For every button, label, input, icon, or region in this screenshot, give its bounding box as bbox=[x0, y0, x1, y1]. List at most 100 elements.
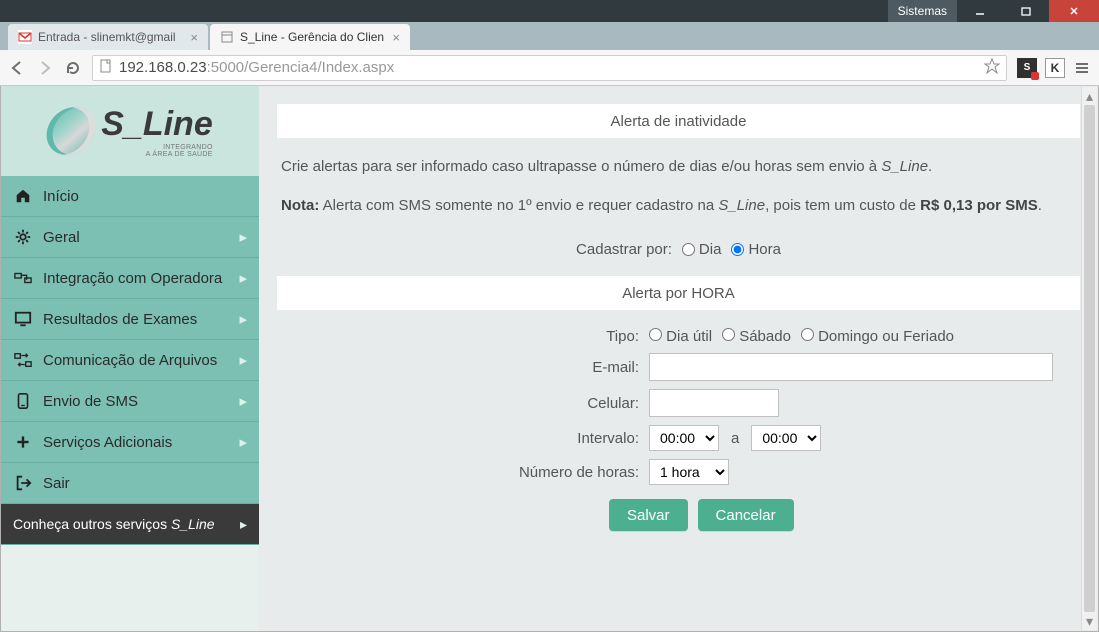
tab-title: S_Line - Gerência do Clien bbox=[240, 30, 384, 44]
cadastrar-label: Cadastrar por: bbox=[576, 241, 672, 258]
button-row: Salvar Cancelar bbox=[277, 489, 1080, 531]
extension-s-icon[interactable]: S bbox=[1017, 58, 1037, 78]
sidebar-item-label: Início bbox=[43, 188, 79, 205]
chevron-right-icon: ▸ bbox=[239, 228, 247, 246]
scroll-down-icon[interactable]: ▾ bbox=[1082, 612, 1097, 630]
radio-dia-util[interactable]: Dia útil bbox=[649, 328, 712, 345]
numhoras-select[interactable]: 1 hora bbox=[649, 459, 729, 485]
window-close-button[interactable] bbox=[1049, 0, 1099, 22]
extension-k-icon[interactable]: K bbox=[1045, 58, 1065, 78]
email-field[interactable] bbox=[649, 353, 1053, 381]
radio-sabado-input[interactable] bbox=[722, 328, 735, 341]
nota-text: Nota: Alerta com SMS somente no 1º envio… bbox=[277, 191, 1080, 230]
sidebar-item-label: Integração com Operadora bbox=[43, 270, 222, 287]
logo-tagline1: INTEGRANDO bbox=[101, 144, 212, 151]
gmail-favicon-icon bbox=[18, 30, 32, 44]
browser-toolbar: 192.168.0.23:5000/Gerencia4/Index.aspx S… bbox=[0, 50, 1099, 86]
sms-icon bbox=[13, 391, 33, 411]
sidebar-item-inicio[interactable]: Início bbox=[1, 176, 259, 217]
sistemas-dropdown[interactable]: Sistemas bbox=[888, 0, 957, 22]
chevron-right-icon: ▸ bbox=[239, 433, 247, 451]
sidebar-item-comunicacao[interactable]: Comunicação de Arquivos ▸ bbox=[1, 340, 259, 381]
email-label: E-mail: bbox=[277, 359, 639, 376]
chevron-right-icon: ▸ bbox=[239, 351, 247, 369]
intervalo-to-select[interactable]: 00:00 bbox=[751, 425, 821, 451]
page-icon bbox=[99, 59, 113, 77]
window-minimize-button[interactable] bbox=[957, 0, 1003, 22]
exit-icon bbox=[13, 473, 33, 493]
description-text: Crie alertas para ser informado caso ult… bbox=[277, 152, 1080, 191]
scroll-thumb[interactable] bbox=[1084, 105, 1095, 612]
browser-tab-strip: Entrada - slinemkt@gmail × S_Line - Gerê… bbox=[0, 22, 1099, 50]
browser-tab-sline[interactable]: S_Line - Gerência do Clien × bbox=[210, 24, 410, 50]
radio-hora-input[interactable] bbox=[731, 243, 744, 256]
salvar-button[interactable]: Salvar bbox=[609, 499, 688, 531]
tab-close-icon[interactable]: × bbox=[190, 30, 198, 45]
maximize-icon bbox=[1021, 6, 1031, 16]
tipo-label: Tipo: bbox=[277, 328, 639, 345]
toolbar-extensions: S K bbox=[1017, 58, 1091, 78]
window-maximize-button[interactable] bbox=[1003, 0, 1049, 22]
link-icon bbox=[13, 268, 33, 288]
radio-hora[interactable]: Hora bbox=[731, 241, 781, 258]
monitor-icon bbox=[13, 309, 33, 329]
chevron-right-icon: ▸ bbox=[239, 310, 247, 328]
close-icon bbox=[1069, 6, 1079, 16]
address-bar[interactable]: 192.168.0.23:5000/Gerencia4/Index.aspx bbox=[92, 55, 1007, 81]
radio-domingo-input[interactable] bbox=[801, 328, 814, 341]
intervalo-row: Intervalo: 00:00 a 00:00 bbox=[277, 421, 1080, 455]
intervalo-from-select[interactable]: 00:00 bbox=[649, 425, 719, 451]
logo-name: S_Line bbox=[101, 105, 212, 144]
logo-mark-icon bbox=[43, 107, 99, 155]
panel-header-inatividade: Alerta de inatividade bbox=[277, 104, 1080, 138]
sidebar-item-sms[interactable]: Envio de SMS ▸ bbox=[1, 381, 259, 422]
radio-dia-util-input[interactable] bbox=[649, 328, 662, 341]
reload-button[interactable] bbox=[64, 59, 82, 77]
chevron-right-icon: ▸ bbox=[239, 392, 247, 410]
radio-domingo[interactable]: Domingo ou Feriado bbox=[801, 328, 954, 345]
sidebar-item-label: Resultados de Exames bbox=[43, 311, 197, 328]
tipo-row: Tipo: Dia útil Sábado Domingo ou Feriado bbox=[277, 324, 1080, 349]
reload-icon bbox=[64, 59, 82, 77]
intervalo-sep: a bbox=[729, 430, 741, 447]
intervalo-label: Intervalo: bbox=[277, 430, 639, 447]
chrome-menu-button[interactable] bbox=[1073, 59, 1091, 77]
tab-title: Entrada - slinemkt@gmail bbox=[38, 30, 176, 44]
chevron-right-icon: ▸ bbox=[239, 269, 247, 287]
sidebar-item-label: Comunicação de Arquivos bbox=[43, 352, 217, 369]
scroll-up-icon[interactable]: ▴ bbox=[1082, 87, 1097, 105]
celular-label: Celular: bbox=[277, 395, 639, 412]
sidebar-item-label: Envio de SMS bbox=[43, 393, 138, 410]
logo-area: S_Line INTEGRANDO A ÁREA DE SAÚDE bbox=[1, 86, 259, 176]
bookmark-star-icon[interactable] bbox=[984, 58, 1000, 78]
radio-dia[interactable]: Dia bbox=[682, 241, 722, 258]
brand-logo: S_Line INTEGRANDO A ÁREA DE SAÚDE bbox=[47, 105, 212, 158]
transfer-icon bbox=[13, 350, 33, 370]
cancelar-button[interactable]: Cancelar bbox=[698, 499, 794, 531]
radio-dia-input[interactable] bbox=[682, 243, 695, 256]
main-content: Alerta de inatividade Crie alertas para … bbox=[259, 86, 1098, 631]
hamburger-icon bbox=[1073, 59, 1091, 77]
back-button[interactable] bbox=[8, 59, 26, 77]
panel-header-hora: Alerta por HORA bbox=[277, 276, 1080, 310]
sidebar-item-promo[interactable]: Conheça outros serviços S_Line ▸ bbox=[1, 504, 259, 545]
url-text: 192.168.0.23:5000/Gerencia4/Index.aspx bbox=[119, 59, 978, 76]
sidebar-item-servicos[interactable]: Serviços Adicionais ▸ bbox=[1, 422, 259, 463]
minimize-icon bbox=[975, 6, 985, 16]
browser-tab-gmail[interactable]: Entrada - slinemkt@gmail × bbox=[8, 24, 208, 50]
forward-button[interactable] bbox=[36, 59, 54, 77]
radio-sabado[interactable]: Sábado bbox=[722, 328, 791, 345]
window-titlebar: Sistemas bbox=[0, 0, 1099, 22]
chevron-right-icon: ▸ bbox=[240, 516, 247, 533]
numhoras-label: Número de horas: bbox=[277, 464, 639, 481]
sidebar-item-sair[interactable]: Sair bbox=[1, 463, 259, 504]
sidebar-item-geral[interactable]: Geral ▸ bbox=[1, 217, 259, 258]
celular-field[interactable] bbox=[649, 389, 779, 417]
sidebar-item-integracao[interactable]: Integração com Operadora ▸ bbox=[1, 258, 259, 299]
sidebar-item-resultados[interactable]: Resultados de Exames ▸ bbox=[1, 299, 259, 340]
tab-close-icon[interactable]: × bbox=[392, 30, 400, 45]
sidebar-item-label: Serviços Adicionais bbox=[43, 434, 172, 451]
plus-icon bbox=[13, 432, 33, 452]
page-scrollbar[interactable]: ▴ ▾ bbox=[1081, 87, 1097, 630]
sidebar-promo-text: Conheça outros serviços S_Line bbox=[13, 516, 215, 532]
